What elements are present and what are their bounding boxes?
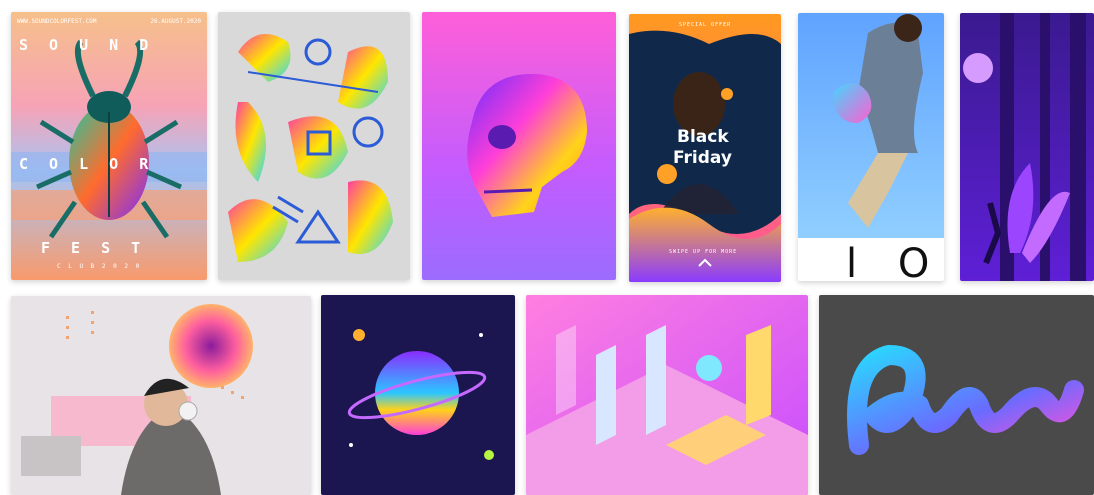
poster-lettering-3d[interactable] (819, 295, 1094, 495)
headline-fest: F E S T (41, 239, 147, 257)
event-date: 26.AUGUST.2020 (150, 18, 201, 25)
swipe-caption: SWIPE UP FOR MORE (669, 249, 738, 255)
poster-sound-color-fest[interactable]: WWW.SOUNDCOLORFEST.COM 26.AUGUST.2020 S … (11, 12, 207, 280)
poster-headphones-collage[interactable] (11, 296, 311, 495)
poster-purple-forest[interactable] (960, 13, 1094, 281)
headline-color: C O L O R (19, 155, 155, 173)
poster-gradient-skull[interactable] (422, 12, 616, 280)
site-url: WWW.SOUNDCOLORFEST.COM (17, 18, 97, 25)
title-black: Black (677, 127, 729, 147)
forest-artwork (960, 13, 1094, 281)
headline-sound: S O U N D (19, 36, 155, 54)
planet-artwork (321, 295, 515, 495)
partial-lettering: l O (846, 241, 944, 281)
lettering-artwork (819, 295, 1094, 495)
poster-isometric-11-11[interactable] (526, 295, 808, 495)
memphis-artwork (218, 12, 410, 280)
title-friday: Friday (673, 148, 732, 168)
poster-black-friday[interactable]: SPECIAL OFFER Black Friday SWIPE UP FOR … (629, 14, 781, 282)
poster-space-planet[interactable] (321, 295, 515, 495)
club-year: C L U B 2 0 2 0 (57, 263, 142, 270)
poster-memphis-shapes[interactable] (218, 12, 410, 280)
skull-artwork (422, 12, 616, 280)
top-caption: SPECIAL OFFER (679, 22, 732, 28)
headphones-artwork (11, 296, 311, 495)
poster-jumping-man[interactable]: l O (798, 13, 944, 281)
isometric-artwork (526, 295, 808, 495)
